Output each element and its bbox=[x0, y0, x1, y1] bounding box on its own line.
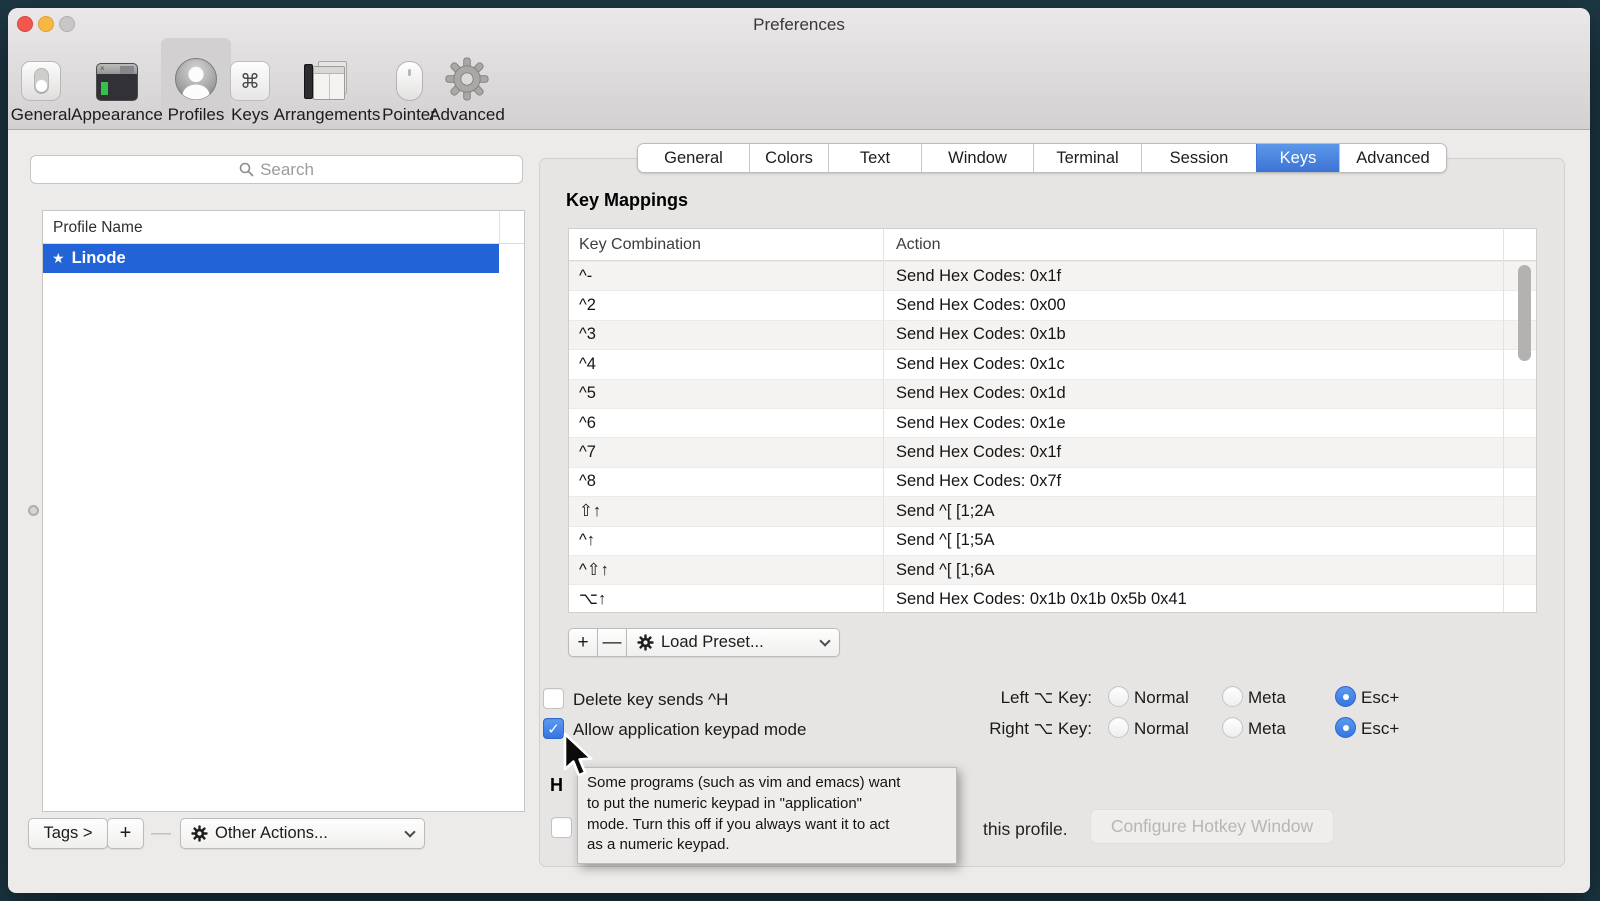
tab-general[interactable]: General bbox=[638, 144, 749, 172]
titlebar: Preferences General Appearance bbox=[8, 8, 1590, 130]
desktop: { "window": { "title": "Preferences" }, … bbox=[0, 0, 1600, 901]
delete-key-label: Delete key sends ^H bbox=[573, 689, 728, 710]
table-row[interactable]: ^4Send Hex Codes: 0x1c bbox=[569, 349, 1536, 378]
toolbar-label: Appearance bbox=[71, 105, 163, 124]
appearance-icon bbox=[96, 63, 138, 101]
tags-button[interactable]: Tags > bbox=[28, 818, 108, 849]
keypad-mode-tooltip: Some programs (such as vim and emacs) wa… bbox=[577, 767, 957, 864]
scrollbar-thumb[interactable] bbox=[1518, 265, 1531, 361]
pane-resize-dot bbox=[28, 505, 39, 516]
search-icon bbox=[239, 162, 254, 177]
right-option-esc-radio[interactable] bbox=[1335, 717, 1356, 738]
table-right-divider bbox=[1503, 229, 1504, 612]
load-preset-dropdown[interactable]: Load Preset... bbox=[626, 628, 840, 657]
profile-list: Profile Name ★ Linode bbox=[42, 210, 525, 812]
toolbar-item-general[interactable]: General bbox=[13, 38, 69, 124]
key-mappings-table: Key Combination Action ^-Send Hex Codes:… bbox=[568, 228, 1537, 613]
mouse-icon bbox=[396, 61, 423, 101]
other-actions-label: Other Actions... bbox=[215, 824, 328, 843]
left-option-esc-label: Esc+ bbox=[1361, 687, 1399, 709]
gear-icon bbox=[637, 634, 654, 651]
general-icon bbox=[21, 61, 61, 101]
tab-text[interactable]: Text bbox=[828, 144, 921, 172]
tab-colors[interactable]: Colors bbox=[749, 144, 828, 172]
left-option-key-label: Left ⌥ Key: bbox=[892, 687, 1092, 709]
other-actions-dropdown[interactable]: Other Actions... bbox=[180, 818, 425, 849]
mouse-cursor bbox=[562, 732, 596, 780]
right-option-key-label: Right ⌥ Key: bbox=[892, 718, 1092, 740]
arrangements-icon bbox=[304, 61, 350, 101]
search-input[interactable]: Search bbox=[30, 155, 523, 184]
remove-profile-button: — bbox=[146, 818, 176, 849]
profiles-icon bbox=[174, 57, 218, 101]
table-row[interactable]: ^⇧↑Send ^[ [1;6A bbox=[569, 555, 1536, 584]
remove-key-mapping-button[interactable]: — bbox=[597, 628, 627, 657]
table-row[interactable]: ^2Send Hex Codes: 0x00 bbox=[569, 290, 1536, 319]
table-row[interactable]: ^8Send Hex Codes: 0x7f bbox=[569, 467, 1536, 496]
toolbar-item-advanced[interactable]: Advanced bbox=[422, 38, 512, 124]
delete-key-checkbox[interactable] bbox=[543, 688, 564, 709]
profile-name: Linode bbox=[72, 249, 126, 268]
chevron-down-icon bbox=[404, 826, 415, 837]
left-option-esc-radio[interactable] bbox=[1335, 686, 1356, 707]
search-placeholder: Search bbox=[260, 160, 314, 180]
left-option-meta-label: Meta bbox=[1248, 687, 1286, 709]
table-row[interactable]: ^-Send Hex Codes: 0x1f bbox=[569, 261, 1536, 290]
check-icon: ✓ bbox=[547, 720, 560, 738]
right-option-meta-radio[interactable] bbox=[1222, 717, 1243, 738]
toolbar-label: Keys bbox=[231, 105, 269, 124]
tab-advanced[interactable]: Advanced bbox=[1339, 144, 1446, 172]
table-row[interactable]: ^7Send Hex Codes: 0x1f bbox=[569, 437, 1536, 466]
table-row[interactable]: ^↑Send ^[ [1;5A bbox=[569, 526, 1536, 555]
toolbar-item-profiles[interactable]: Profiles bbox=[164, 38, 228, 124]
left-option-meta-radio[interactable] bbox=[1222, 686, 1243, 707]
hotkey-text-partial: this profile. bbox=[983, 819, 1068, 840]
table-row[interactable]: ^3Send Hex Codes: 0x1b bbox=[569, 320, 1536, 349]
toolbar-label: Profiles bbox=[168, 105, 225, 124]
profile-row-linode[interactable]: ★ Linode bbox=[43, 244, 499, 273]
toolbar-label: Advanced bbox=[429, 105, 505, 124]
right-option-normal-radio[interactable] bbox=[1108, 717, 1129, 738]
table-row[interactable]: ⌥↑Send Hex Codes: 0x1b 0x1b 0x5b 0x41 bbox=[569, 584, 1536, 613]
key-mappings-title: Key Mappings bbox=[566, 190, 688, 211]
add-profile-button[interactable]: + bbox=[107, 818, 144, 849]
tab-session[interactable]: Session bbox=[1141, 144, 1256, 172]
tab-window[interactable]: Window bbox=[921, 144, 1033, 172]
tab-keys[interactable]: Keys bbox=[1256, 144, 1339, 172]
table-row[interactable]: ^5Send Hex Codes: 0x1d bbox=[569, 379, 1536, 408]
toolbar-label: Arrangements bbox=[274, 105, 381, 124]
tab-terminal[interactable]: Terminal bbox=[1033, 144, 1141, 172]
gear-icon bbox=[445, 57, 489, 101]
default-profile-star-icon: ★ bbox=[52, 250, 65, 267]
toolbar-item-appearance[interactable]: Appearance bbox=[69, 38, 165, 124]
profile-tabs: General Colors Text Window Terminal Sess… bbox=[637, 143, 1447, 173]
configure-hotkey-window-button: Configure Hotkey Window bbox=[1090, 809, 1334, 844]
table-row[interactable]: ^6Send Hex Codes: 0x1e bbox=[569, 408, 1536, 437]
load-preset-label: Load Preset... bbox=[661, 633, 764, 652]
command-key-icon: ⌘ bbox=[230, 61, 270, 101]
left-option-normal-radio[interactable] bbox=[1108, 686, 1129, 707]
table-row[interactable]: ⇧↑Send ^[ [1;2A bbox=[569, 496, 1536, 525]
keypad-mode-label: Allow application keypad mode bbox=[573, 719, 806, 740]
key-mappings-table-header: Key Combination Action bbox=[569, 229, 1536, 261]
window-title: Preferences bbox=[8, 15, 1590, 35]
chevron-down-icon bbox=[819, 635, 830, 646]
column-header-action[interactable]: Action bbox=[884, 236, 940, 254]
add-key-mapping-button[interactable]: + bbox=[568, 628, 598, 657]
preferences-window: Preferences General Appearance bbox=[8, 8, 1590, 893]
left-option-normal-label: Normal bbox=[1134, 687, 1189, 709]
right-option-esc-label: Esc+ bbox=[1361, 718, 1399, 740]
toolbar-label: General bbox=[11, 105, 71, 124]
right-option-meta-label: Meta bbox=[1248, 718, 1286, 740]
gear-icon bbox=[191, 825, 208, 842]
profile-list-header[interactable]: Profile Name bbox=[43, 211, 524, 244]
toolbar-item-arrangements[interactable]: Arrangements bbox=[269, 38, 385, 124]
right-option-normal-label: Normal bbox=[1134, 718, 1189, 740]
keypad-mode-checkbox[interactable]: ✓ bbox=[543, 718, 564, 739]
column-header-key-combination[interactable]: Key Combination bbox=[569, 229, 884, 260]
hotkey-checkbox[interactable] bbox=[551, 817, 572, 838]
